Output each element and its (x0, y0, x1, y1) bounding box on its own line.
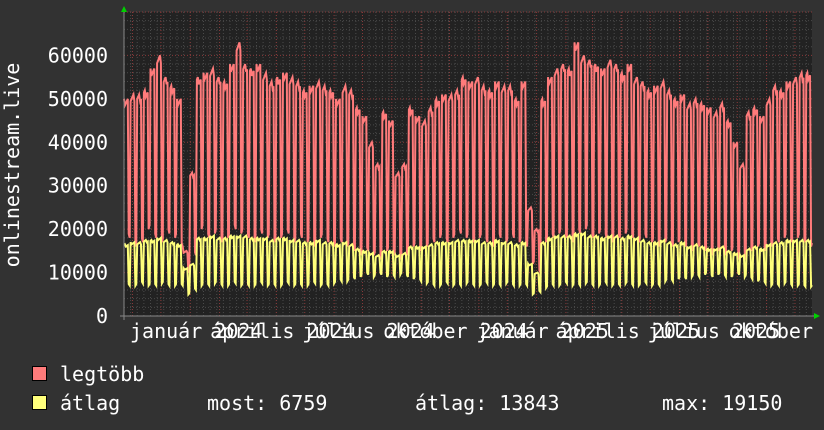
y-tick-label: 10000 (48, 261, 108, 285)
x-tick-label: október 2025 (729, 319, 824, 343)
legend-label-atlag: átlag (60, 391, 121, 415)
x-axis-ticks: január 2024április 2024július 2024októbe… (130, 319, 824, 343)
legend-swatch-atlag (32, 395, 47, 410)
y-axis-label: onlinestream.live (0, 63, 24, 268)
y-tick-label: 20000 (48, 217, 108, 241)
legend-max-value: max: 19150 (662, 391, 783, 415)
legend-now-value: most: 6759 (207, 391, 328, 415)
legend-label-legtobb: legtöbb (60, 362, 145, 386)
y-tick-label: 40000 (48, 130, 108, 154)
legend-average-value: átlag: 13843 (415, 391, 560, 415)
y-axis-arrow-icon (121, 6, 127, 12)
y-axis-ticks: 0 10000 20000 30000 40000 50000 60000 (48, 43, 108, 328)
y-tick-label: 0 (96, 304, 108, 328)
y-tick-label: 30000 (48, 174, 108, 198)
y-tick-label: 50000 (48, 87, 108, 111)
y-tick-label: 60000 (48, 43, 108, 67)
legend-swatch-legtobb (32, 366, 47, 381)
